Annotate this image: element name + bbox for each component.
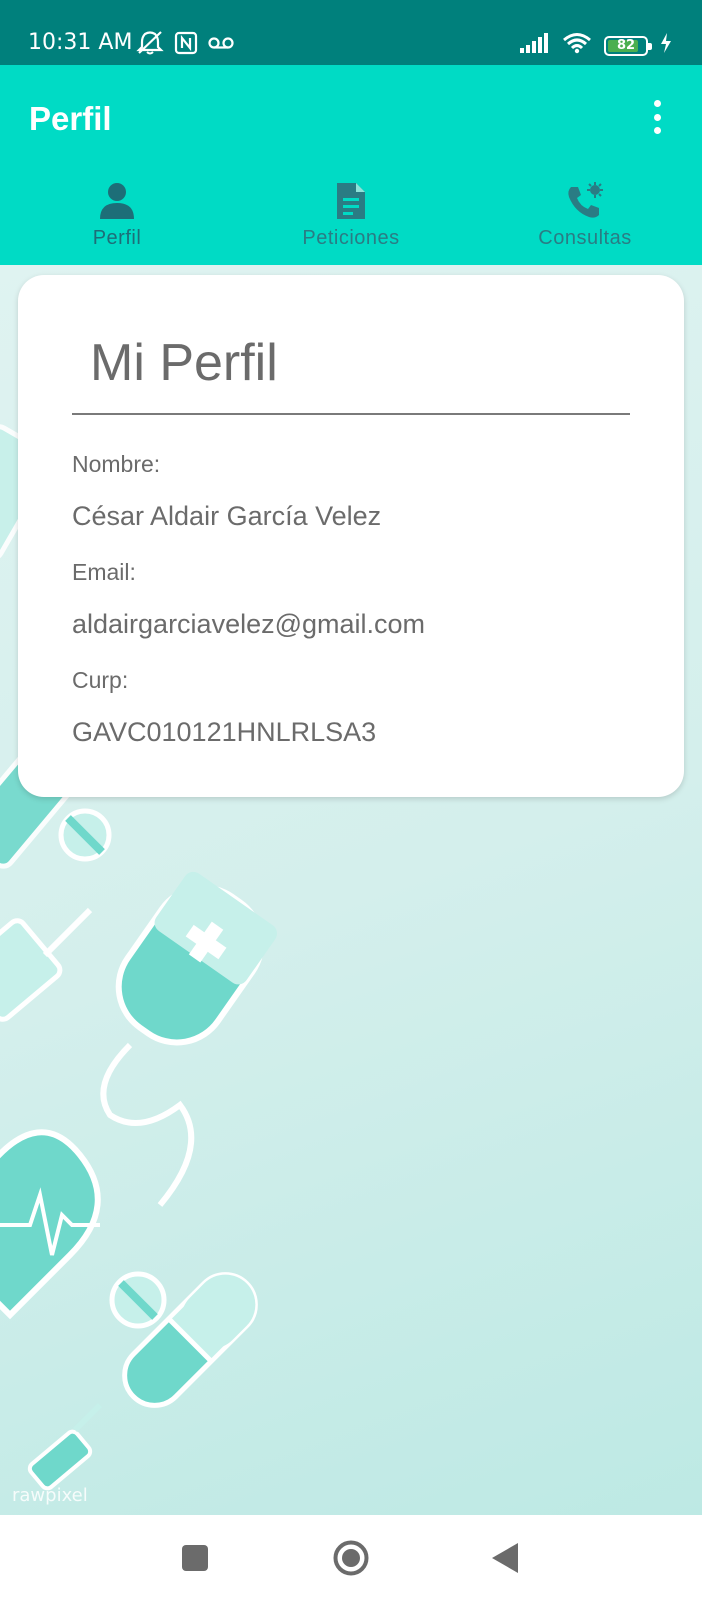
syringe-middle: [0, 907, 93, 1022]
tab-perfil-label: Perfil: [92, 227, 142, 249]
battery-level: 82: [616, 38, 636, 53]
system-nav-bar: [0, 1515, 702, 1600]
pill-circle-1: [58, 808, 112, 862]
pill-circle-2: [109, 1271, 167, 1329]
overflow-menu-icon[interactable]: [650, 100, 664, 134]
document-icon: [329, 179, 373, 223]
tab-perfil[interactable]: Perfil: [0, 165, 234, 265]
tab-consultas-label: Consultas: [538, 227, 632, 249]
phone-virus-icon: [563, 179, 607, 223]
curp-value: GAVC010121HNLRLSA3: [72, 717, 377, 747]
battery-icon: 82: [604, 35, 652, 56]
status-right-icons: 82: [520, 32, 672, 59]
signal-icon: [520, 33, 550, 58]
profile-card: Mi Perfil Nombre: César Aldair García Ve…: [18, 275, 684, 797]
email-label: Email:: [72, 559, 136, 585]
recents-square-icon[interactable]: [182, 1545, 208, 1576]
curp-label: Curp:: [72, 667, 129, 693]
tab-peticiones[interactable]: Peticiones: [234, 165, 468, 265]
muted-alarm-icon: [136, 30, 164, 61]
watermark: rawpixel: [12, 1485, 88, 1506]
tab-peticiones-label: Peticiones: [302, 227, 400, 249]
app-title: Perfil: [29, 100, 112, 137]
app-bar: Perfil: [0, 65, 702, 165]
nfc-icon: [174, 31, 198, 60]
iv-bag: [115, 871, 278, 1046]
title-divider: [72, 413, 630, 415]
home-circle-icon[interactable]: [333, 1540, 369, 1581]
heart: [0, 1129, 101, 1320]
tab-consultas[interactable]: Consultas: [468, 165, 702, 265]
tab-bar: Perfil Peticiones Consultas: [0, 165, 702, 265]
profile-title: Mi Perfil: [90, 334, 278, 392]
voicemail-icon: [208, 35, 234, 56]
syringe-bottom: [27, 1402, 103, 1491]
name-label: Nombre:: [72, 451, 161, 477]
status-bar: 10:31 AM 82: [0, 0, 702, 65]
person-icon: [95, 179, 139, 223]
battery-tip: [648, 42, 652, 50]
charging-icon: [660, 33, 672, 58]
email-value: aldairgarciavelez@gmail.com: [72, 609, 426, 639]
back-triangle-icon[interactable]: [492, 1543, 518, 1578]
status-left-icons: [136, 30, 234, 61]
name-value: César Aldair García Velez: [72, 501, 382, 531]
wifi-icon: [562, 32, 592, 59]
status-time: 10:31 AM: [28, 30, 133, 55]
